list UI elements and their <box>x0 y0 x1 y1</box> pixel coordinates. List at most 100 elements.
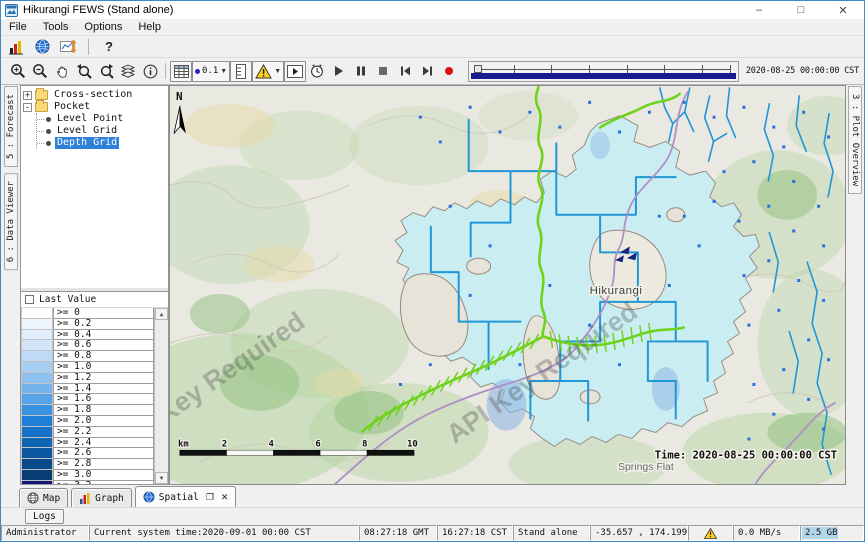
tab-spatial[interactable]: Spatial ❐ ✕ <box>135 486 237 507</box>
help-button[interactable]: ? <box>99 38 119 56</box>
tree-node-label: Level Point <box>55 113 125 125</box>
tree-node-label: Cross-section <box>52 89 134 101</box>
record-button[interactable] <box>438 61 460 82</box>
close-button[interactable]: ✕ <box>822 1 864 19</box>
info-button[interactable] <box>139 61 161 82</box>
help-icon: ? <box>105 39 113 54</box>
tab-plot-overview[interactable]: 3 : Plot Overview <box>848 86 862 194</box>
stop-icon <box>377 65 389 77</box>
layers-button[interactable] <box>117 61 139 82</box>
pause-button[interactable] <box>350 61 372 82</box>
map-view[interactable]: API Key Required API Key Required N km 2… <box>169 85 846 485</box>
status-warning-cell[interactable] <box>688 525 733 541</box>
threshold-dropdown[interactable]: 0.1 ▼ <box>192 61 230 82</box>
map-display-button[interactable] <box>32 38 52 56</box>
zoom-next-button[interactable] <box>95 61 117 82</box>
legend-swatch <box>21 448 53 459</box>
legend-swatch <box>21 373 53 384</box>
legend-swatch <box>21 340 53 351</box>
svg-text:10: 10 <box>407 439 418 449</box>
set-time-button[interactable] <box>306 61 328 82</box>
tab-forecast[interactable]: 5 : Forecast <box>4 86 18 167</box>
skip-to-end-button[interactable] <box>416 61 438 82</box>
tree-node-label: Level Grid <box>55 125 119 137</box>
legend-scrollbar[interactable]: ▲ ▼ <box>154 308 168 484</box>
minimize-button[interactable]: – <box>738 1 780 19</box>
tree-node-depth-grid[interactable]: Depth Grid <box>37 137 166 149</box>
legend-rows: >= 0 >= 0.2 >= 0.4 >= 0.6 >= 0.8 >= 1.0 … <box>21 308 154 484</box>
legend-body: >= 0 >= 0.2 >= 0.4 >= 0.6 >= 0.8 >= 1.0 … <box>21 308 168 484</box>
expander-icon[interactable]: - <box>23 103 32 112</box>
skip-forward-icon <box>421 65 434 77</box>
pan-button[interactable] <box>51 61 73 82</box>
bar-chart-icon <box>8 39 24 55</box>
legend-swatch <box>21 394 53 405</box>
tab-maximize-icon[interactable]: ❐ <box>206 492 214 503</box>
spatial-display-button[interactable] <box>58 38 78 56</box>
time-slider[interactable] <box>468 61 739 82</box>
left-tab-strip: 5 : Forecast 6 : Data Viewer <box>1 85 20 485</box>
last-value-label: Last Value <box>39 294 96 305</box>
tab-map[interactable]: Map <box>19 488 68 507</box>
expander-icon[interactable]: + <box>23 91 32 100</box>
legend-swatch <box>21 351 53 362</box>
legend-row[interactable]: >= 1.2 <box>21 373 154 384</box>
app-window: Hikurangi FEWS (Stand alone) – □ ✕ File … <box>0 0 865 542</box>
legend-label: >= 1.2 <box>53 373 154 384</box>
legend-swatch <box>21 319 53 330</box>
toolbar-separator <box>165 63 166 79</box>
stop-button[interactable] <box>372 61 394 82</box>
warning-dropdown[interactable]: ▼ <box>252 61 284 82</box>
svg-text:4: 4 <box>269 439 274 449</box>
tree-node-level-point[interactable]: Level Point <box>37 113 166 125</box>
scroll-down-icon[interactable]: ▼ <box>155 472 168 484</box>
legend-swatch <box>21 438 53 449</box>
tab-map-label: Map <box>43 493 60 504</box>
scale-button[interactable] <box>230 61 252 82</box>
wire-globe-icon <box>27 492 39 504</box>
tab-data-viewer[interactable]: 6 : Data Viewer <box>4 173 18 270</box>
legend-label: >= 2.2 <box>53 427 154 438</box>
skip-to-start-button[interactable] <box>394 61 416 82</box>
svg-text:8: 8 <box>362 439 367 449</box>
tree-node-cross-section[interactable]: + Cross-section <box>23 89 166 101</box>
zoom-previous-button[interactable] <box>73 61 95 82</box>
legend-header: Last Value <box>21 292 168 308</box>
logs-display-button[interactable] <box>6 38 26 56</box>
tab-graph[interactable]: Graph <box>71 488 132 507</box>
legend-swatch <box>21 470 53 481</box>
animate-button[interactable] <box>284 61 306 82</box>
tab-close-icon[interactable]: ✕ <box>221 492 229 503</box>
layer-tree: + Cross-section - Pocket Level Point <box>21 86 168 291</box>
bullet-icon <box>46 141 51 146</box>
legend-row[interactable]: >= 0.2 <box>21 319 154 330</box>
tree-connector <box>37 131 44 132</box>
menu-tools[interactable]: Tools <box>35 21 77 33</box>
right-tab-strip: 3 : Plot Overview <box>846 85 864 485</box>
status-mode: Stand alone <box>513 525 590 541</box>
legend-swatch <box>21 405 53 416</box>
play-button[interactable] <box>328 61 350 82</box>
hand-icon <box>55 64 70 79</box>
menu-options[interactable]: Options <box>76 21 130 33</box>
tree-node-level-grid[interactable]: Level Grid <box>37 125 166 137</box>
scroll-up-icon[interactable]: ▲ <box>155 308 168 320</box>
left-panel: + Cross-section - Pocket Level Point <box>20 85 169 485</box>
legend-label: >= 0.2 <box>53 319 154 330</box>
legend-row[interactable]: >= 2.2 <box>21 427 154 438</box>
svg-text:6: 6 <box>315 439 320 449</box>
bullet-icon <box>46 117 51 122</box>
legend-swatch <box>21 459 53 470</box>
legend-row[interactable]: >= 3.2 <box>21 481 154 484</box>
last-value-checkbox[interactable] <box>25 295 34 304</box>
menu-help[interactable]: Help <box>130 21 169 33</box>
time-slider-thumb[interactable] <box>474 65 482 73</box>
grid-display-button[interactable] <box>170 61 192 82</box>
logs-button[interactable]: Logs <box>25 509 64 524</box>
zoom-out-button[interactable] <box>29 61 51 82</box>
tree-node-pocket[interactable]: - Pocket <box>23 101 166 113</box>
zoom-in-button[interactable] <box>7 61 29 82</box>
title-bar: Hikurangi FEWS (Stand alone) – □ ✕ <box>1 1 864 19</box>
maximize-button[interactable]: □ <box>780 1 822 19</box>
menu-file[interactable]: File <box>1 21 35 33</box>
